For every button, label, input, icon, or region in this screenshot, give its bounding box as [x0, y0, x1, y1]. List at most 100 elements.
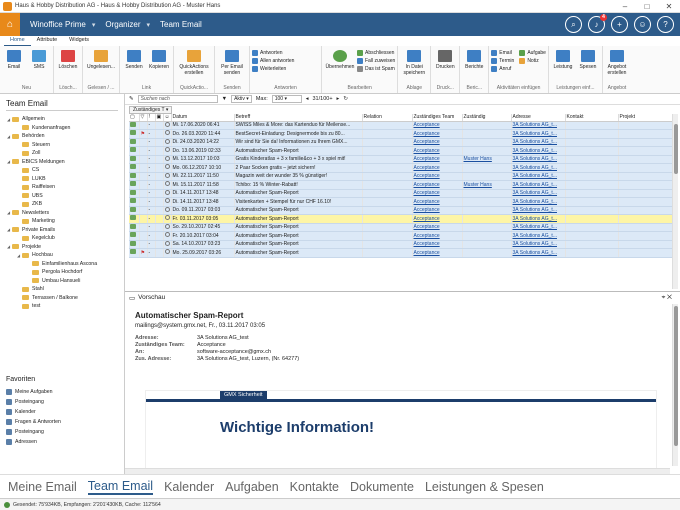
cell-team-link[interactable]: Acceptance [412, 180, 463, 190]
col-datum[interactable]: Datum [171, 114, 235, 122]
tab-widgets[interactable]: Widgets [63, 36, 95, 46]
max-select[interactable]: 100 ▾ [271, 95, 302, 103]
cell-zustaendig-link[interactable] [462, 129, 512, 139]
breadcrumb-app[interactable]: Winoffice Prime ▾ [30, 20, 95, 29]
table-row[interactable]: - Fr. 03.11.2017 03:05 Automatischer Spam-… [129, 214, 675, 224]
folder-item[interactable]: ◢ EBICS Meldungen [4, 158, 124, 167]
add-icon[interactable]: + [611, 16, 628, 33]
unread-button[interactable]: Ungelesen... [85, 47, 117, 70]
cell-zustaendig-link[interactable] [462, 231, 512, 241]
table-row[interactable]: - Do. 09.11.2017 03:03 Automatischer Spam-… [129, 206, 675, 215]
forward-button[interactable]: Weiterleiten [252, 66, 294, 72]
folder-item[interactable]: Umbau Hansueli [4, 277, 124, 286]
folder-item[interactable]: Einfamilienhaus Ascona [4, 260, 124, 269]
table-row[interactable]: - Do. 13.06.2019 02:33 Automatischer Spam-… [129, 146, 675, 156]
help-icon[interactable]: ? [657, 16, 674, 33]
cell-team-link[interactable]: Acceptance [412, 146, 463, 156]
folder-item[interactable]: test [4, 302, 124, 311]
cell-zustaendig-link[interactable]: Muster Hans [462, 180, 512, 190]
cell-adresse-link[interactable]: 3A Solutions AG_t... [511, 206, 566, 215]
reply-all-button[interactable]: Allen antworten [252, 58, 294, 64]
user-icon[interactable]: ☺ [634, 16, 651, 33]
cell-team-link[interactable]: Acceptance [412, 231, 463, 241]
folder-item[interactable]: ZKB [4, 200, 124, 209]
cell-adresse-link[interactable]: 3A Solutions AG_t... [511, 248, 566, 258]
cell-adresse-link[interactable]: 3A Solutions AG_t... [511, 180, 566, 190]
table-row[interactable]: - Sa. 14.10.2017 03:23 Automatischer Spam-… [129, 240, 675, 249]
cell-team-link[interactable]: Acceptance [412, 155, 463, 164]
col-kontakt[interactable]: Kontakt [565, 114, 619, 122]
cell-team-link[interactable]: Acceptance [412, 206, 463, 215]
favorite-item[interactable]: Fragen & Antworten [0, 417, 124, 427]
favorite-item[interactable]: Meine Aufgaben [0, 387, 124, 397]
complete-button[interactable]: Abschliessen [357, 50, 395, 56]
activity-appointment-button[interactable]: Termin [491, 58, 514, 64]
service-button[interactable]: Leistung [551, 47, 575, 70]
module-tab[interactable]: Kontakte [290, 480, 339, 494]
col-relation[interactable]: Relation [362, 114, 413, 122]
cell-adresse-link[interactable]: 3A Solutions AG_t... [511, 231, 566, 241]
col-team[interactable]: Zuständiges Team [412, 114, 463, 122]
folder-item[interactable]: Pergola Hochdorf [4, 268, 124, 277]
preview-scrollbar[interactable] [672, 304, 678, 466]
cell-adresse-link[interactable]: 3A Solutions AG_t... [511, 189, 566, 198]
create-offer-button[interactable]: Angebot erstellen [605, 47, 629, 76]
home-icon[interactable]: ⌂ [0, 13, 20, 36]
folder-item[interactable]: ◢ Hochbau [4, 251, 124, 260]
cell-adresse-link[interactable]: 3A Solutions AG_t... [511, 155, 566, 164]
cell-adresse-link[interactable]: 3A Solutions AG_t... [511, 197, 566, 207]
col-adresse[interactable]: Adresse [511, 114, 566, 122]
flag-icon[interactable]: ⚑ [141, 131, 145, 137]
cell-zustaendig-link[interactable]: Muster Hans [462, 155, 512, 164]
cell-team-link[interactable]: Acceptance [412, 189, 463, 198]
group-by-chip[interactable]: Zuständiges T ▾ [129, 105, 173, 114]
folder-item[interactable]: Marketing [4, 217, 124, 226]
folder-item[interactable]: Steuern [4, 141, 124, 150]
search-input[interactable]: Suchen nach [137, 95, 218, 103]
cell-zustaendig-link[interactable] [462, 189, 512, 198]
cell-adresse-link[interactable]: 3A Solutions AG_t... [511, 146, 566, 156]
activity-call-button[interactable]: Anruf [491, 66, 514, 72]
save-to-file-button[interactable]: In Datei speichern [400, 47, 428, 76]
module-tab[interactable]: Kalender [164, 480, 214, 494]
activity-task-button[interactable]: Aufgabe [519, 50, 546, 56]
send-link-button[interactable]: Senden [122, 47, 146, 70]
prev-page-icon[interactable]: ◂ [306, 96, 309, 102]
table-row[interactable]: ⚑ - Do. 26.03.2020 11:44 BestSecret-Einladu… [129, 129, 675, 139]
spam-button[interactable]: Das ist Spam [357, 66, 395, 72]
folder-item[interactable]: Kundenanfragen [4, 124, 124, 133]
search-icon[interactable]: ⌕ [565, 16, 582, 33]
cell-zustaendig-link[interactable] [462, 248, 512, 258]
cell-adresse-link[interactable]: 3A Solutions AG_t... [511, 138, 566, 147]
module-tab[interactable]: Team Email [87, 479, 154, 495]
cell-adresse-link[interactable]: 3A Solutions AG_t... [511, 121, 566, 130]
folder-item[interactable]: LUKB [4, 175, 124, 184]
table-row[interactable]: - Fr. 20.10.2017 03:04 Automatischer Spam-… [129, 231, 675, 241]
cell-team-link[interactable]: Acceptance [412, 248, 463, 258]
cell-adresse-link[interactable]: 3A Solutions AG_t... [511, 240, 566, 249]
reports-button[interactable]: Berichte [462, 47, 486, 70]
favorite-item[interactable]: Posteingang [0, 397, 124, 407]
module-tab[interactable]: Leistungen & Spesen [425, 480, 544, 494]
col-projekt[interactable]: Projekt [618, 114, 675, 122]
cell-zustaendig-link[interactable] [462, 121, 512, 130]
module-tab[interactable]: Dokumente [350, 480, 414, 494]
cell-team-link[interactable]: Acceptance [412, 163, 463, 173]
cell-zustaendig-link[interactable] [462, 172, 512, 181]
cell-zustaendig-link[interactable] [462, 240, 512, 249]
list-scrollbar[interactable] [672, 114, 678, 289]
maximize-icon[interactable]: □ [636, 0, 658, 13]
table-row[interactable]: - Mi. 22.11.2017 11:50 Magazin weit der wu… [129, 172, 675, 181]
folder-item[interactable]: ◢ Allgemein [4, 115, 124, 124]
cell-zustaendig-link[interactable] [462, 214, 512, 224]
expenses-button[interactable]: Spesen [576, 47, 600, 70]
table-row[interactable]: - So. 29.10.2017 02:45 Automatischer Spam-… [129, 223, 675, 232]
cell-team-link[interactable]: Acceptance [412, 223, 463, 232]
cell-zustaendig-link[interactable] [462, 163, 512, 173]
col-type-icon[interactable]: ▢ [129, 114, 140, 122]
table-row[interactable]: - Mo. 06.12.2017 10:10 2 Paar Socken grati… [129, 163, 675, 173]
table-row[interactable]: - Di. 14.11.2017 13:48 Automatischer Spam-… [129, 189, 675, 198]
close-icon[interactable]: ✕ [658, 0, 680, 13]
activity-email-button[interactable]: Email [491, 50, 514, 56]
take-over-button[interactable]: Übernehmen [324, 47, 356, 70]
